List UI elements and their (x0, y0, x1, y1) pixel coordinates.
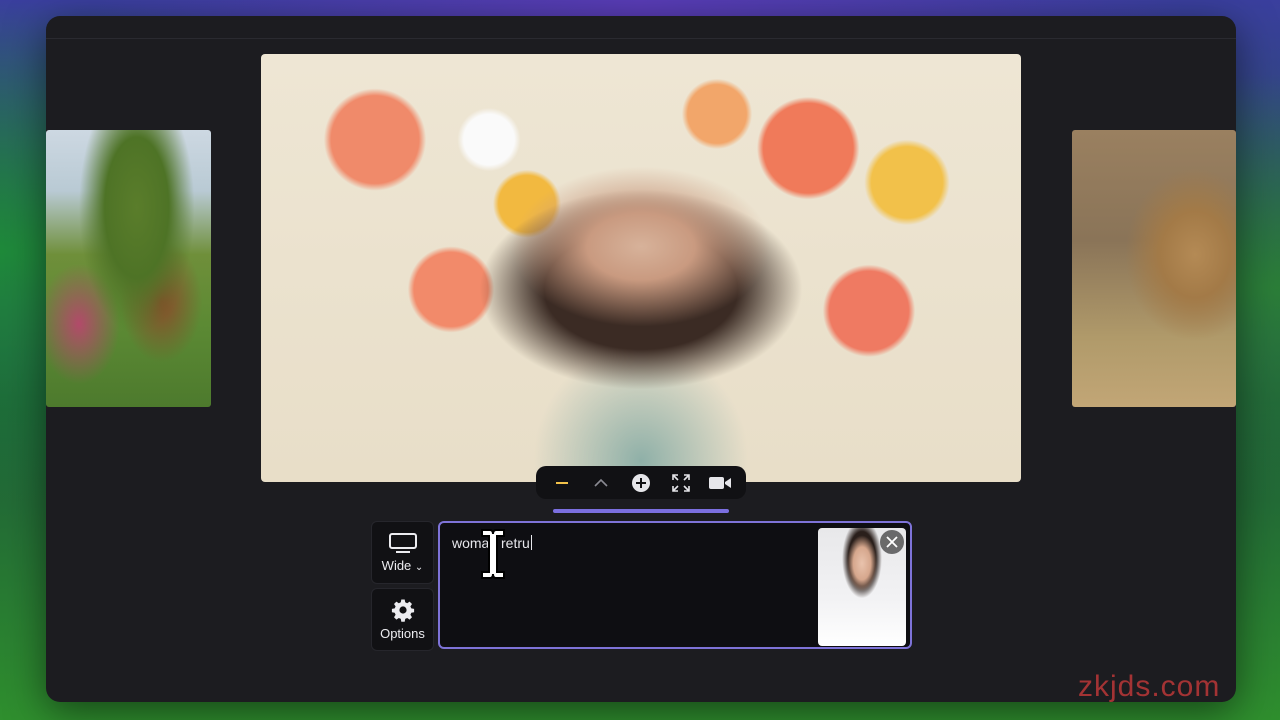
gallery-thumbnail-left[interactable] (46, 130, 211, 407)
aspect-ratio-label: Wide (381, 558, 412, 573)
chevron-up-icon (594, 478, 608, 487)
minimize-button[interactable] (548, 469, 576, 497)
plus-circle-icon (631, 473, 650, 492)
monitor-icon (388, 533, 417, 553)
gallery-main-image (261, 54, 1021, 482)
image-toolbar (536, 466, 746, 499)
minus-icon (555, 481, 568, 484)
text-cursor-icon (481, 529, 505, 579)
video-button[interactable] (706, 469, 734, 497)
window-top-bar (46, 16, 1236, 39)
close-icon (886, 536, 898, 548)
prompt-input-box[interactable]: woman retru (438, 521, 912, 649)
video-camera-icon (709, 476, 732, 489)
add-button[interactable] (627, 469, 655, 497)
expand-up-button[interactable] (587, 469, 615, 497)
fullscreen-button[interactable] (667, 469, 695, 497)
app-window: Wide ⌄ Options woman retru (46, 16, 1236, 702)
gear-icon (391, 599, 414, 622)
reference-image-thumbnail (818, 528, 906, 646)
remove-reference-button[interactable] (880, 530, 904, 554)
text-caret (530, 535, 532, 550)
toolbar-progress-indicator (553, 509, 729, 513)
gallery-thumbnail-right[interactable] (1072, 130, 1236, 407)
options-button[interactable]: Options (371, 588, 434, 651)
chevron-down-icon: ⌄ (414, 562, 424, 573)
aspect-ratio-button[interactable]: Wide ⌄ (371, 521, 434, 584)
watermark-text: zkjds.com (1078, 670, 1221, 703)
fullscreen-icon (671, 473, 690, 492)
options-label: Options (380, 626, 425, 641)
